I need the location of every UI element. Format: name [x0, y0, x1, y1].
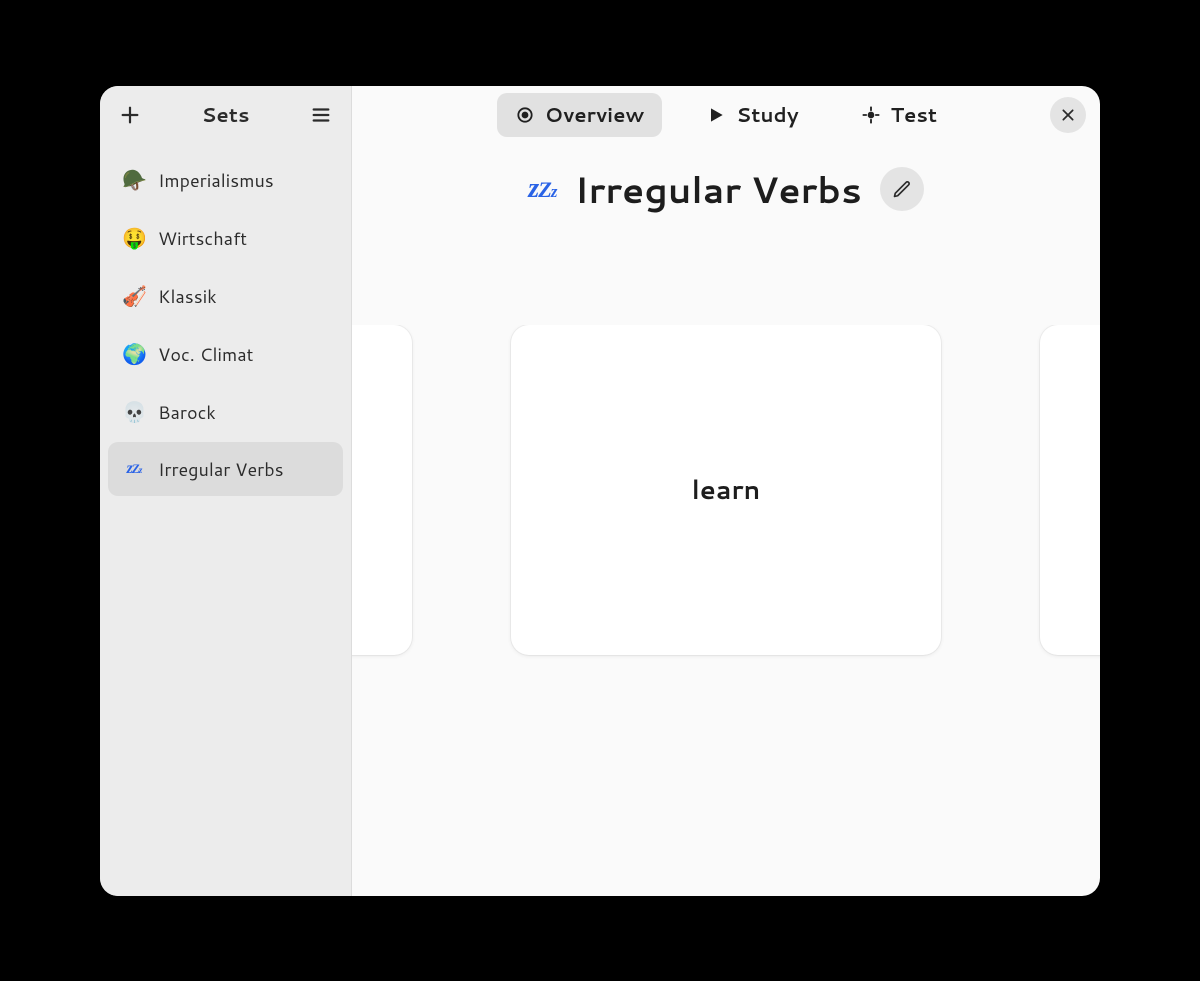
- flashcard-current[interactable]: learn: [511, 325, 941, 655]
- main: Overview Study Test: [352, 86, 1100, 896]
- sidebar-item-klassik[interactable]: 🎻 Klassik: [108, 268, 343, 324]
- eye-icon: [515, 105, 535, 125]
- sidebar-item-barock[interactable]: 💀 Barock: [108, 384, 343, 440]
- sleep-icon: zZz: [528, 173, 556, 205]
- tab-label: Study: [736, 101, 798, 129]
- tab-label: Test: [891, 101, 937, 129]
- violin-icon: 🎻: [122, 282, 146, 310]
- sleep-icon: zZz: [122, 460, 146, 478]
- hamburger-icon: [310, 104, 332, 126]
- tab-test[interactable]: Test: [843, 93, 955, 137]
- sidebar-item-label: Irregular Verbs: [158, 456, 284, 482]
- tab-overview[interactable]: Overview: [497, 93, 662, 137]
- tab-label: Overview: [545, 101, 644, 129]
- title-row: zZz Irregular Verbs: [352, 164, 1100, 215]
- set-list: 🪖 Imperialismus 🤑 Wirtschaft 🎻 Klassik 🌍…: [100, 144, 351, 504]
- sidebar-header: Sets: [100, 86, 351, 144]
- tabs: Overview Study Test: [497, 93, 955, 137]
- close-icon: [1060, 107, 1076, 123]
- pencil-icon: [892, 179, 912, 199]
- flashcard-prev[interactable]: [352, 325, 412, 655]
- helmet-icon: 🪖: [122, 166, 146, 194]
- sidebar-title: Sets: [202, 101, 250, 129]
- money-face-icon: 🤑: [122, 224, 146, 252]
- sidebar-item-irregular-verbs[interactable]: zZz Irregular Verbs: [108, 442, 343, 496]
- tab-study[interactable]: Study: [688, 93, 816, 137]
- add-set-button[interactable]: [110, 95, 150, 135]
- hamburger-menu-button[interactable]: [301, 95, 341, 135]
- target-icon: [861, 105, 881, 125]
- sidebar-item-wirtschaft[interactable]: 🤑 Wirtschaft: [108, 210, 343, 266]
- sidebar-item-voc-climat[interactable]: 🌍 Voc. Climat: [108, 326, 343, 382]
- sidebar-item-label: Klassik: [158, 283, 217, 309]
- app-window: Sets 🪖 Imperialismus 🤑 Wirtschaft �: [100, 86, 1100, 896]
- edit-title-button[interactable]: [880, 167, 924, 211]
- sidebar-item-label: Barock: [158, 399, 216, 425]
- sidebar: Sets 🪖 Imperialismus 🤑 Wirtschaft �: [100, 86, 352, 896]
- close-button[interactable]: [1050, 97, 1086, 133]
- skull-icon: 💀: [122, 398, 146, 426]
- sidebar-item-label: Wirtschaft: [158, 225, 247, 251]
- globe-icon: 🌍: [122, 340, 146, 368]
- flashcard-front-text: learn: [692, 472, 761, 508]
- play-icon: [706, 105, 726, 125]
- sidebar-item-imperialismus[interactable]: 🪖 Imperialismus: [108, 152, 343, 208]
- main-header: Overview Study Test: [352, 86, 1100, 144]
- page-title: Irregular Verbs: [574, 164, 861, 215]
- sidebar-item-label: Voc. Climat: [158, 341, 253, 367]
- card-carousel: learn: [352, 325, 1100, 896]
- sidebar-item-label: Imperialismus: [158, 167, 274, 193]
- plus-icon: [119, 104, 141, 126]
- flashcard-next[interactable]: [1040, 325, 1100, 655]
